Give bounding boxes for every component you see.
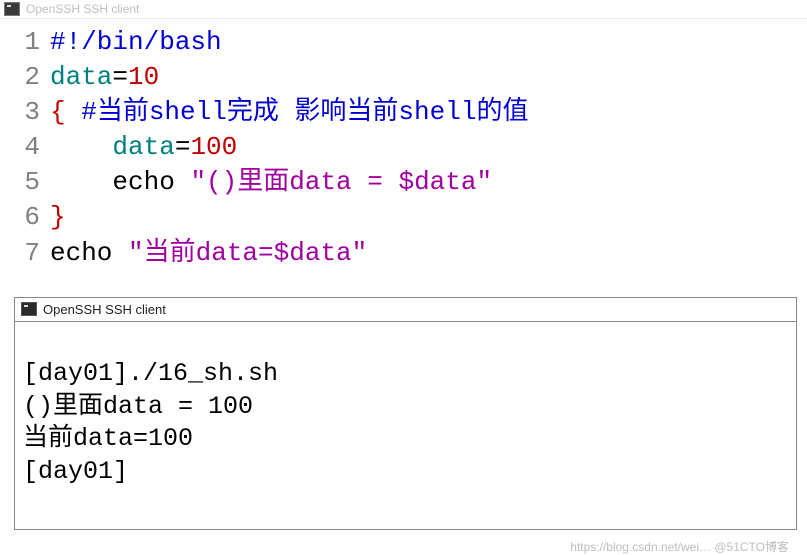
- code-editor-view: 1 #!/bin/bash 2 data=10 3 { #当前shell完成 影…: [0, 19, 807, 289]
- token-comment: #当前shell完成 影响当前shell的值: [81, 95, 528, 130]
- code-line: 5 echo "()里面data = $data": [8, 165, 799, 200]
- line-number: 4: [8, 130, 40, 165]
- terminal-titlebar: OpenSSH SSH client: [15, 298, 796, 322]
- token-string: "当前data=$data": [128, 236, 367, 271]
- token-command: echo: [50, 236, 128, 271]
- token-equals: =: [112, 60, 128, 95]
- token-command: echo: [112, 165, 190, 200]
- token-open-brace: {: [50, 95, 66, 130]
- code-line: 4 data=100: [8, 130, 799, 165]
- line-number: 5: [8, 165, 40, 200]
- shebang: #!/bin/bash: [50, 25, 222, 60]
- token-indent: [50, 165, 112, 200]
- line-number: 7: [8, 236, 40, 271]
- code-line: 3 { #当前shell完成 影响当前shell的值: [8, 95, 799, 130]
- code-line: 6 }: [8, 200, 799, 235]
- line-number: 2: [8, 60, 40, 95]
- token-number: 10: [128, 60, 159, 95]
- code-line: 2 data=10: [8, 60, 799, 95]
- token-space: [66, 95, 82, 130]
- terminal-line: 当前data=100: [23, 424, 193, 453]
- line-number: 6: [8, 200, 40, 235]
- code-line: 1 #!/bin/bash: [8, 25, 799, 60]
- terminal-line: ()里面data = 100: [23, 392, 253, 421]
- code-line: 7 echo "当前data=$data": [8, 236, 799, 271]
- terminal-window: OpenSSH SSH client [day01]./16_sh.sh ()里…: [14, 297, 797, 530]
- top-window-title: OpenSSH SSH client: [26, 2, 139, 16]
- line-number: 3: [8, 95, 40, 130]
- terminal-icon: [21, 302, 37, 316]
- token-close-brace: }: [50, 200, 66, 235]
- terminal-title: OpenSSH SSH client: [43, 302, 166, 317]
- token-indent: [50, 130, 112, 165]
- line-number: 1: [8, 25, 40, 60]
- terminal-body: [day01]./16_sh.sh ()里面data = 100 当前data=…: [15, 322, 796, 529]
- watermark-text: https://blog.csdn.net/wei… @51CTO博客: [0, 538, 807, 555]
- top-window-titlebar: OpenSSH SSH client: [0, 0, 807, 19]
- token-variable: data: [50, 60, 112, 95]
- token-string: "()里面data = $data": [190, 165, 492, 200]
- token-variable: data: [112, 130, 174, 165]
- terminal-icon: [4, 2, 20, 16]
- token-equals: =: [175, 130, 191, 165]
- terminal-line: [day01]./16_sh.sh: [23, 359, 278, 388]
- token-number: 100: [190, 130, 237, 165]
- terminal-line: [day01]: [23, 457, 128, 486]
